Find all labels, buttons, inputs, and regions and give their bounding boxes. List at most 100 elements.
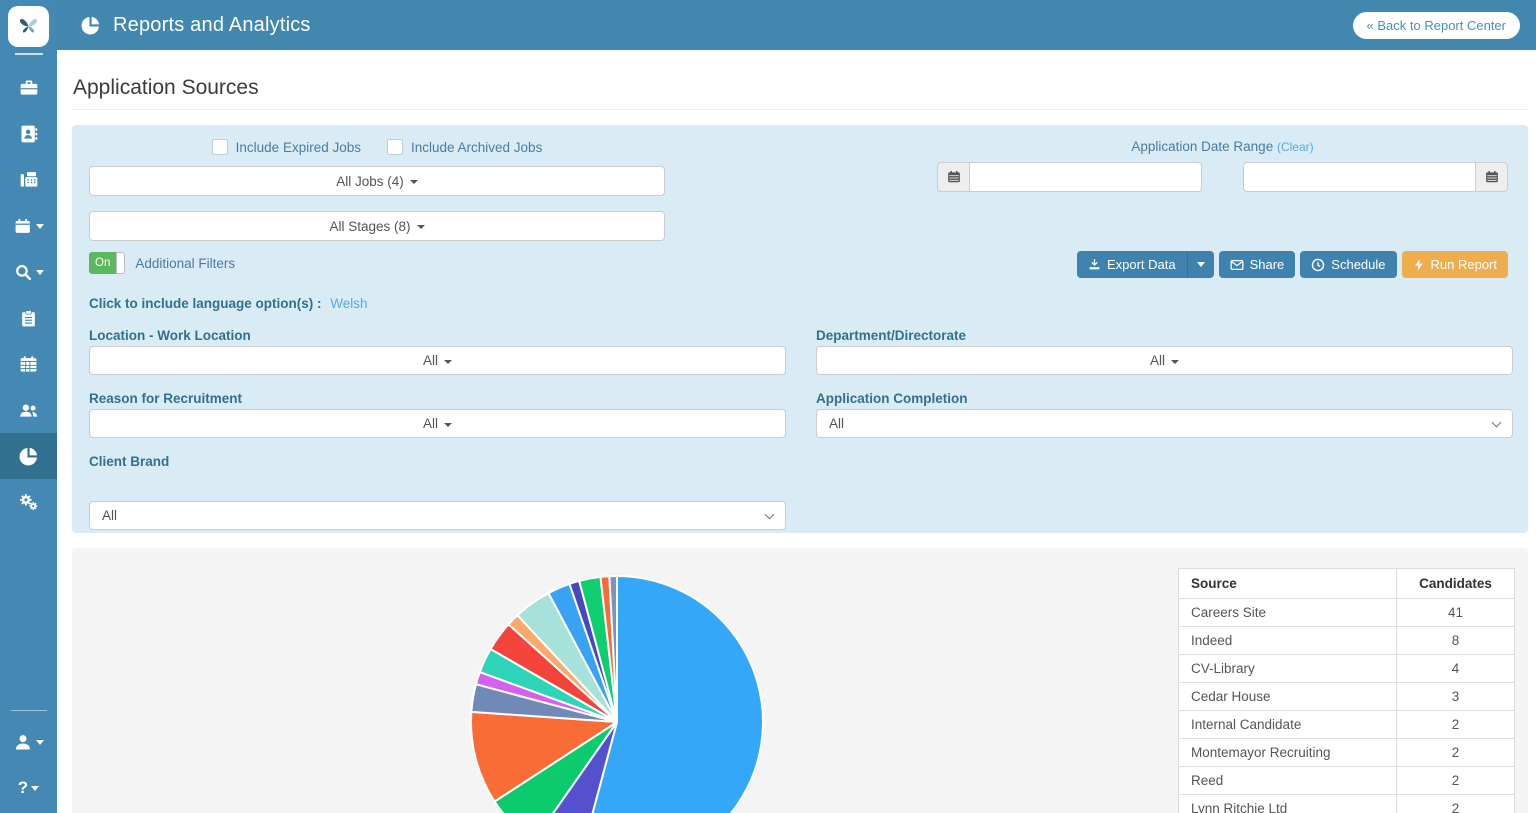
candidates-cell: 2 xyxy=(1397,711,1515,739)
chevron-down-icon xyxy=(765,510,775,520)
pie-chart-icon xyxy=(80,15,101,36)
run-report-button[interactable]: Run Report xyxy=(1402,251,1508,278)
sidebar-item-users[interactable] xyxy=(0,387,57,433)
include-archived-jobs-checkbox[interactable] xyxy=(387,139,403,155)
sidebar-divider xyxy=(11,710,47,711)
table-row: Reed2 xyxy=(1179,767,1515,795)
language-options-row: Click to include language option(s) : We… xyxy=(89,296,368,311)
date-to-input[interactable] xyxy=(1243,162,1476,192)
app-logo[interactable] xyxy=(8,6,49,47)
application-completion-value: All xyxy=(829,416,844,431)
sidebar-item-jobs[interactable] xyxy=(0,65,57,111)
users-icon xyxy=(18,400,39,421)
candidates-cell: 3 xyxy=(1397,683,1515,711)
fax-icon xyxy=(19,170,39,190)
application-sources-pie-chart xyxy=(447,552,787,813)
chevron-down-icon xyxy=(36,270,44,275)
client-brand-select[interactable]: All xyxy=(89,501,786,530)
sidebar-item-reports[interactable] xyxy=(0,433,57,479)
sidebar-item-user-menu[interactable] xyxy=(0,719,57,765)
chevron-down-icon xyxy=(1492,418,1502,428)
briefcase-icon xyxy=(19,78,39,98)
share-button[interactable]: Share xyxy=(1219,251,1296,278)
all-stages-dropdown[interactable]: All Stages (8) xyxy=(89,211,665,241)
application-completion-label: Application Completion xyxy=(816,391,968,406)
app-window: ? Reports and Analytics « Back to Report… xyxy=(0,0,1536,813)
toggle-handle xyxy=(116,252,125,274)
back-to-report-center-button[interactable]: « Back to Report Center xyxy=(1353,12,1520,39)
department-dropdown[interactable]: All xyxy=(816,346,1513,375)
reason-for-recruitment-dropdown[interactable]: All xyxy=(89,409,786,438)
user-icon xyxy=(13,732,33,752)
include-expired-jobs-checkbox[interactable] xyxy=(212,139,228,155)
candidates-column-header: Candidates xyxy=(1397,569,1515,599)
department-label: Department/Directorate xyxy=(816,328,966,343)
date-from-calendar-button[interactable] xyxy=(937,162,969,192)
all-jobs-dropdown[interactable]: All Jobs (4) xyxy=(89,166,665,196)
work-location-dropdown[interactable]: All xyxy=(89,346,786,375)
butterfly-logo-icon xyxy=(15,13,42,40)
source-cell: Montemayor Recruiting xyxy=(1179,739,1397,767)
reason-for-recruitment-label: Reason for Recruitment xyxy=(89,391,242,406)
calendar-icon xyxy=(947,170,961,184)
language-option-welsh-link[interactable]: Welsh xyxy=(330,296,367,311)
schedule-button[interactable]: Schedule xyxy=(1300,251,1396,278)
candidates-cell: 8 xyxy=(1397,627,1515,655)
candidates-cell: 2 xyxy=(1397,739,1515,767)
calendar-dropdown-icon xyxy=(14,217,33,236)
include-archived-jobs-option[interactable]: Include Archived Jobs xyxy=(387,139,542,155)
calendar-icon xyxy=(19,355,38,374)
sidebar-item-tasks[interactable] xyxy=(0,295,57,341)
application-completion-select[interactable]: All xyxy=(816,409,1513,438)
address-book-icon xyxy=(19,124,39,144)
additional-filters-row: On Additional Filters xyxy=(89,252,235,274)
sidebar-item-help-menu[interactable]: ? xyxy=(0,765,57,811)
candidates-cell: 41 xyxy=(1397,599,1515,627)
table-row: Careers Site41 xyxy=(1179,599,1515,627)
sidebar-item-search-menu[interactable] xyxy=(0,249,57,295)
sidebar-item-fax[interactable] xyxy=(0,157,57,203)
table-row: Montemayor Recruiting2 xyxy=(1179,739,1515,767)
date-to-calendar-button[interactable] xyxy=(1476,162,1508,192)
heading-divider xyxy=(73,109,1528,110)
client-brand-label: Client Brand xyxy=(89,454,169,469)
include-expired-jobs-label: Include Expired Jobs xyxy=(236,140,361,155)
run-report-label: Run Report xyxy=(1431,257,1497,272)
page-title: Application Sources xyxy=(73,76,259,100)
candidates-cell: 4 xyxy=(1397,655,1515,683)
sidebar: ? xyxy=(0,0,57,813)
chevron-down-icon xyxy=(36,224,44,229)
gears-icon xyxy=(18,492,39,513)
client-brand-value: All xyxy=(102,508,117,523)
lightning-bolt-icon xyxy=(1413,258,1425,272)
include-expired-jobs-option[interactable]: Include Expired Jobs xyxy=(212,139,361,155)
clock-icon xyxy=(1311,258,1325,272)
report-filter-panel: Include Expired Jobs Include Archived Jo… xyxy=(72,125,1528,533)
export-data-button[interactable]: Export Data xyxy=(1077,251,1187,278)
source-cell: Lynn Ritchie Ltd xyxy=(1179,795,1397,813)
table-row: Cedar House3 xyxy=(1179,683,1515,711)
module-title: Reports and Analytics xyxy=(113,14,311,37)
date-range-clear-link[interactable]: (Clear) xyxy=(1277,140,1314,154)
candidates-cell: 2 xyxy=(1397,795,1515,813)
source-column-header: Source xyxy=(1179,569,1397,599)
date-from-group xyxy=(937,162,1202,192)
export-data-caret-button[interactable] xyxy=(1187,251,1214,278)
date-from-input[interactable] xyxy=(969,162,1202,192)
table-row: Internal Candidate2 xyxy=(1179,711,1515,739)
pie-chart-canvas[interactable] xyxy=(447,552,787,813)
share-label: Share xyxy=(1250,257,1285,272)
chevron-down-icon xyxy=(444,423,452,427)
sidebar-item-calendar-menu[interactable] xyxy=(0,203,57,249)
chevron-down-icon xyxy=(36,740,44,745)
sidebar-item-candidates[interactable] xyxy=(0,111,57,157)
sidebar-item-settings[interactable] xyxy=(0,479,57,525)
date-to-group xyxy=(1243,162,1508,192)
report-results-panel: Source Candidates Careers Site41Indeed8C… xyxy=(72,548,1528,813)
additional-filters-toggle[interactable]: On xyxy=(89,252,125,274)
all-jobs-dropdown-label: All Jobs (4) xyxy=(336,174,404,189)
help-icon: ? xyxy=(18,778,28,798)
sidebar-item-calendar[interactable] xyxy=(0,341,57,387)
additional-filters-label: Additional Filters xyxy=(135,256,235,271)
chevron-down-icon xyxy=(444,360,452,364)
